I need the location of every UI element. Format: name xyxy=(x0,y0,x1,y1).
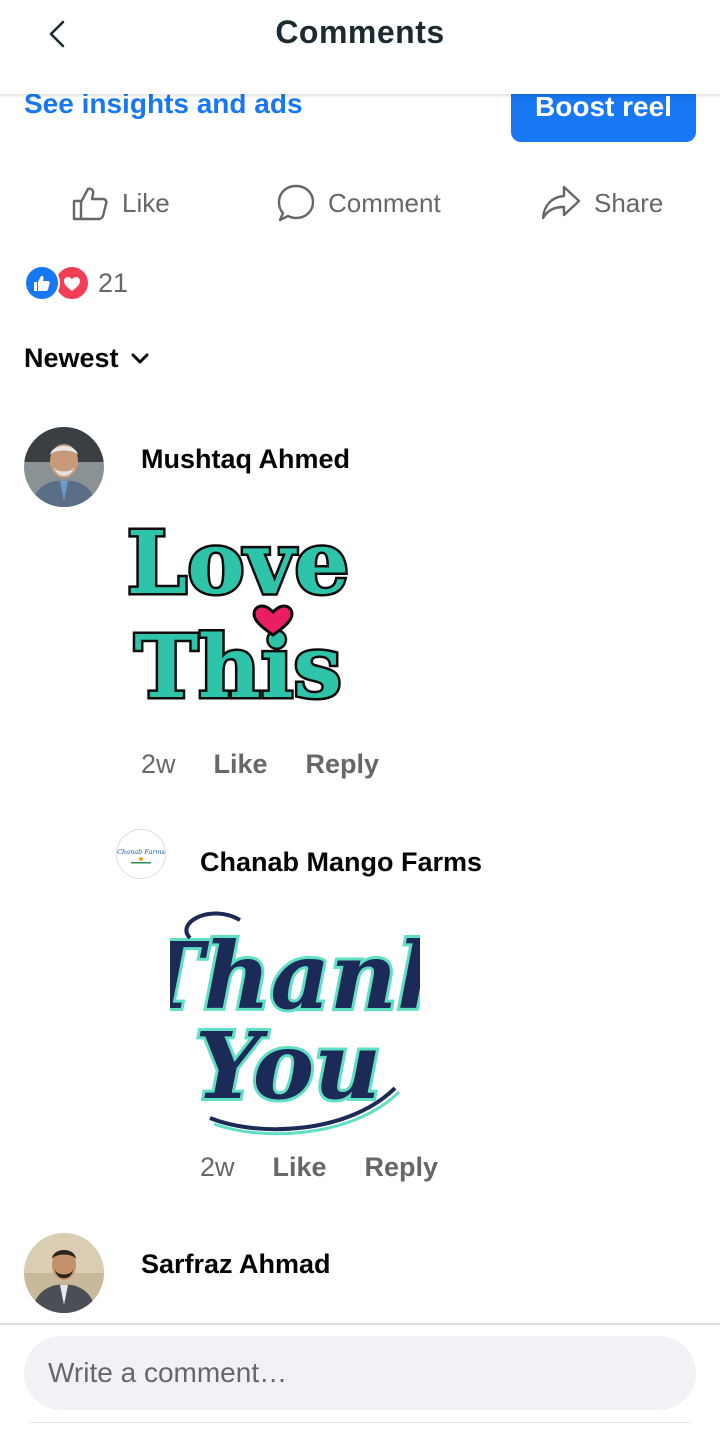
like-action-label: Like xyxy=(122,187,170,218)
sort-label: Newest xyxy=(24,343,119,373)
love-this-sticker: Love This xyxy=(124,511,352,711)
reply-reply-button[interactable]: Reply xyxy=(365,1152,439,1183)
comment-action-label: Comment xyxy=(328,187,441,218)
comment-meta: 2w Like Reply xyxy=(141,749,379,780)
reply-like-button[interactable]: Like xyxy=(273,1152,327,1183)
share-arrow-icon xyxy=(541,185,581,220)
avatar[interactable] xyxy=(24,1233,104,1313)
composer-divider xyxy=(0,1323,720,1325)
comment-like-button[interactable]: Like xyxy=(214,749,268,780)
comment-bubble-icon xyxy=(277,184,315,222)
sticker-word-2: This xyxy=(134,617,342,710)
like-reaction-icon xyxy=(24,265,60,301)
reactions-summary[interactable]: 21 xyxy=(24,265,128,301)
top-bar: Comments xyxy=(0,0,720,94)
comment-reply-button[interactable]: Reply xyxy=(306,749,380,780)
avatar-logo-text: Chanab Farms xyxy=(117,848,165,856)
comment-action-button[interactable]: Comment xyxy=(276,178,441,228)
like-action-button[interactable]: Like xyxy=(70,178,170,228)
bottom-divider xyxy=(30,1422,690,1423)
page-title: Comments xyxy=(275,14,445,50)
comment-time: 2w xyxy=(141,749,176,779)
reply-meta: 2w Like Reply xyxy=(200,1152,438,1183)
reply-time: 2w xyxy=(200,1152,235,1182)
reply-author[interactable]: Chanab Mango Farms xyxy=(200,847,482,878)
avatar[interactable]: Chanab Farms xyxy=(116,829,166,879)
comment-author[interactable]: Sarfraz Ahmad xyxy=(141,1249,331,1280)
sticker-word-2: You xyxy=(195,1012,381,1120)
avatar[interactable] xyxy=(24,427,104,507)
share-action-label: Share xyxy=(594,187,664,218)
share-action-button[interactable]: Share xyxy=(540,178,663,228)
chevron-down-icon xyxy=(131,353,149,363)
comment-input[interactable] xyxy=(24,1336,696,1410)
thumbs-up-icon xyxy=(72,187,108,221)
comment-author[interactable]: Mushtaq Ahmed xyxy=(141,444,350,475)
sort-dropdown[interactable]: Newest xyxy=(24,343,151,374)
thank-you-sticker: Thank You xyxy=(170,911,420,1136)
sticker-word-1: Love xyxy=(127,513,350,614)
reaction-count: 21 xyxy=(98,267,129,298)
